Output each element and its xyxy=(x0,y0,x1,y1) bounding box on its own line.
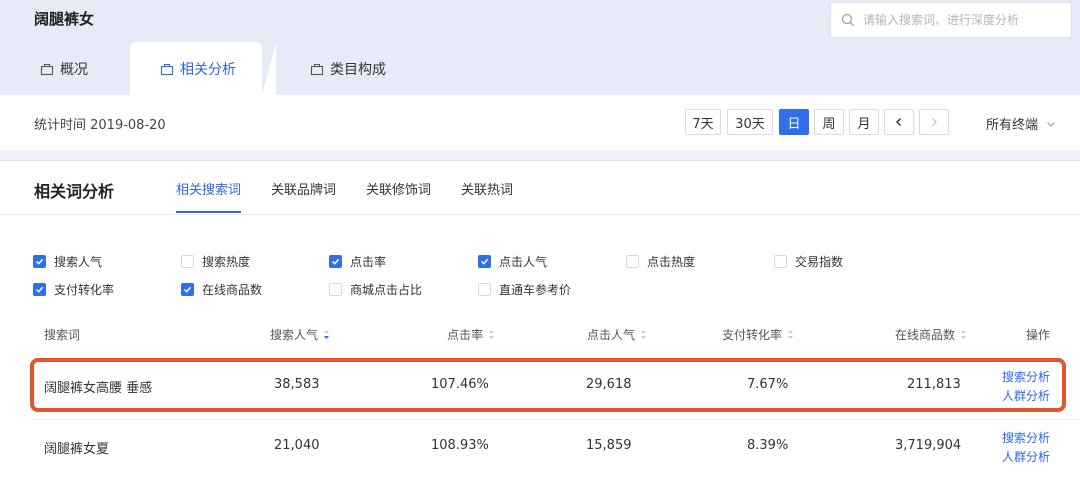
section-gap xyxy=(0,150,1080,160)
col-header-label: 点击率 xyxy=(447,328,484,342)
range-week-button[interactable]: 周 xyxy=(814,109,844,135)
check-icon xyxy=(33,255,46,268)
row-keyword: 阔腿裤女夏 xyxy=(44,442,110,457)
tab-overview-label: 概况 xyxy=(60,61,88,78)
col-header-online-items[interactable]: 在线商品数 xyxy=(895,326,967,343)
checkbox-box xyxy=(478,283,491,296)
tab-related-search-words[interactable]: 相关搜索词 xyxy=(176,179,242,213)
col-header-label: 操作 xyxy=(1026,328,1051,342)
metric-label: 点击人气 xyxy=(499,255,548,269)
row-click-popularity: 15,859 xyxy=(586,438,632,453)
device-label: 所有终端 xyxy=(986,118,1039,133)
tab-modifier-words[interactable]: 关联修饰词 xyxy=(366,179,431,198)
metric-checkbox[interactable]: 商城点击占比 xyxy=(329,281,422,298)
tab-category-label: 类目构成 xyxy=(330,61,386,78)
crowd-analysis-link[interactable]: 人群分析 xyxy=(1002,448,1050,465)
metric-label: 交易指数 xyxy=(795,255,844,269)
range-7day-button[interactable]: 7天 xyxy=(685,109,721,135)
col-header-click-popularity[interactable]: 点击人气 xyxy=(587,326,647,343)
check-icon xyxy=(478,255,491,268)
col-header-keyword: 搜索词 xyxy=(44,326,80,343)
row-ctr: 108.93% xyxy=(431,438,489,453)
range-30day-button[interactable]: 30天 xyxy=(727,109,773,135)
prev-button[interactable] xyxy=(884,109,914,135)
metric-checkbox[interactable]: 直通车参考价 xyxy=(478,281,571,298)
checkbox-box xyxy=(329,283,342,296)
bag-icon xyxy=(40,63,54,75)
metric-checkbox[interactable]: 支付转化率 xyxy=(33,281,114,298)
col-header-pay-conversion[interactable]: 支付转化率 xyxy=(722,326,794,343)
sort-icon xyxy=(641,330,647,339)
tab-brand-words[interactable]: 关联品牌词 xyxy=(271,179,336,198)
row-online-items: 3,719,904 xyxy=(895,438,962,453)
search-input[interactable] xyxy=(863,13,1053,27)
related-words-panel: 相关词分析 相关搜索词 关联品牌词 关联修饰词 关联热词 搜索人气 搜索热度 点… xyxy=(0,160,1080,483)
chevron-down-icon xyxy=(1047,121,1055,127)
metric-label: 搜索人气 xyxy=(54,255,103,269)
stat-time-label: 统计时间 2019-08-20 xyxy=(34,118,166,133)
metric-label: 点击率 xyxy=(350,255,387,269)
metric-label: 点击热度 xyxy=(647,255,696,269)
tab-related-analysis[interactable]: 相关分析 xyxy=(130,42,276,95)
range-day-button[interactable]: 日 xyxy=(779,109,809,135)
metric-checkbox[interactable]: 点击率 xyxy=(329,253,386,270)
header-area: 阔腿裤女 概况 相关分析 类目构成 xyxy=(0,0,1080,95)
check-icon xyxy=(329,255,342,268)
check-icon xyxy=(181,283,194,296)
row-highlight-box xyxy=(30,358,1066,412)
sort-icon xyxy=(788,330,794,339)
search-analysis-link[interactable]: 搜索分析 xyxy=(1002,429,1050,446)
check-icon xyxy=(33,283,46,296)
tab-hot-words[interactable]: 关联热词 xyxy=(461,179,513,198)
row-search-popularity: 21,040 xyxy=(274,438,320,453)
chevron-left-icon xyxy=(896,118,901,126)
col-header-action: 操作 xyxy=(1026,326,1050,343)
col-header-label: 搜索词 xyxy=(44,328,81,342)
col-header-label: 点击人气 xyxy=(587,328,636,342)
stat-bar: 统计时间 2019-08-20 7天 30天 日 周 月 所有终端 xyxy=(0,95,1080,150)
checkbox-box xyxy=(774,255,787,268)
metric-checkbox[interactable]: 搜索人气 xyxy=(33,253,102,270)
metric-label: 支付转化率 xyxy=(54,283,115,297)
metric-label: 直通车参考价 xyxy=(499,283,572,297)
search-box[interactable] xyxy=(830,2,1072,38)
metric-label: 搜索热度 xyxy=(202,255,251,269)
next-button[interactable] xyxy=(919,109,949,135)
page-title: 阔腿裤女 xyxy=(34,10,95,28)
metric-label: 商城点击占比 xyxy=(350,283,423,297)
checkbox-box xyxy=(181,255,194,268)
chevron-right-icon xyxy=(932,118,937,126)
row-pay-conversion: 8.39% xyxy=(747,438,789,453)
sort-icon xyxy=(961,330,967,339)
metric-checkbox[interactable]: 搜索热度 xyxy=(181,253,250,270)
metric-label: 在线商品数 xyxy=(202,283,263,297)
col-header-ctr[interactable]: 点击率 xyxy=(447,326,495,343)
checkbox-box xyxy=(626,255,639,268)
bag-icon xyxy=(310,63,324,75)
sort-icon xyxy=(324,330,330,339)
col-header-label: 搜索人气 xyxy=(270,328,319,342)
tab-related-analysis-label: 相关分析 xyxy=(180,61,236,78)
panel-title: 相关词分析 xyxy=(34,182,115,201)
sort-icon xyxy=(489,330,495,339)
bag-icon xyxy=(160,63,174,75)
panel-header: 相关词分析 相关搜索词 关联品牌词 关联修饰词 关联热词 xyxy=(0,161,1080,215)
metric-checkbox[interactable]: 点击人气 xyxy=(478,253,547,270)
range-month-button[interactable]: 月 xyxy=(849,109,879,135)
device-select[interactable]: 所有终端 xyxy=(986,114,1056,133)
metric-checkbox[interactable]: 点击热度 xyxy=(626,253,695,270)
metric-checkbox[interactable]: 在线商品数 xyxy=(181,281,262,298)
row-divider xyxy=(30,419,1080,420)
tab-category[interactable]: 类目构成 xyxy=(310,42,386,95)
col-header-search-popularity[interactable]: 搜索人气 xyxy=(270,326,330,343)
search-icon xyxy=(841,13,854,26)
col-header-label: 支付转化率 xyxy=(722,328,783,342)
tab-overview[interactable]: 概况 xyxy=(40,42,88,95)
metric-checkbox[interactable]: 交易指数 xyxy=(774,253,843,270)
col-header-label: 在线商品数 xyxy=(895,328,956,342)
